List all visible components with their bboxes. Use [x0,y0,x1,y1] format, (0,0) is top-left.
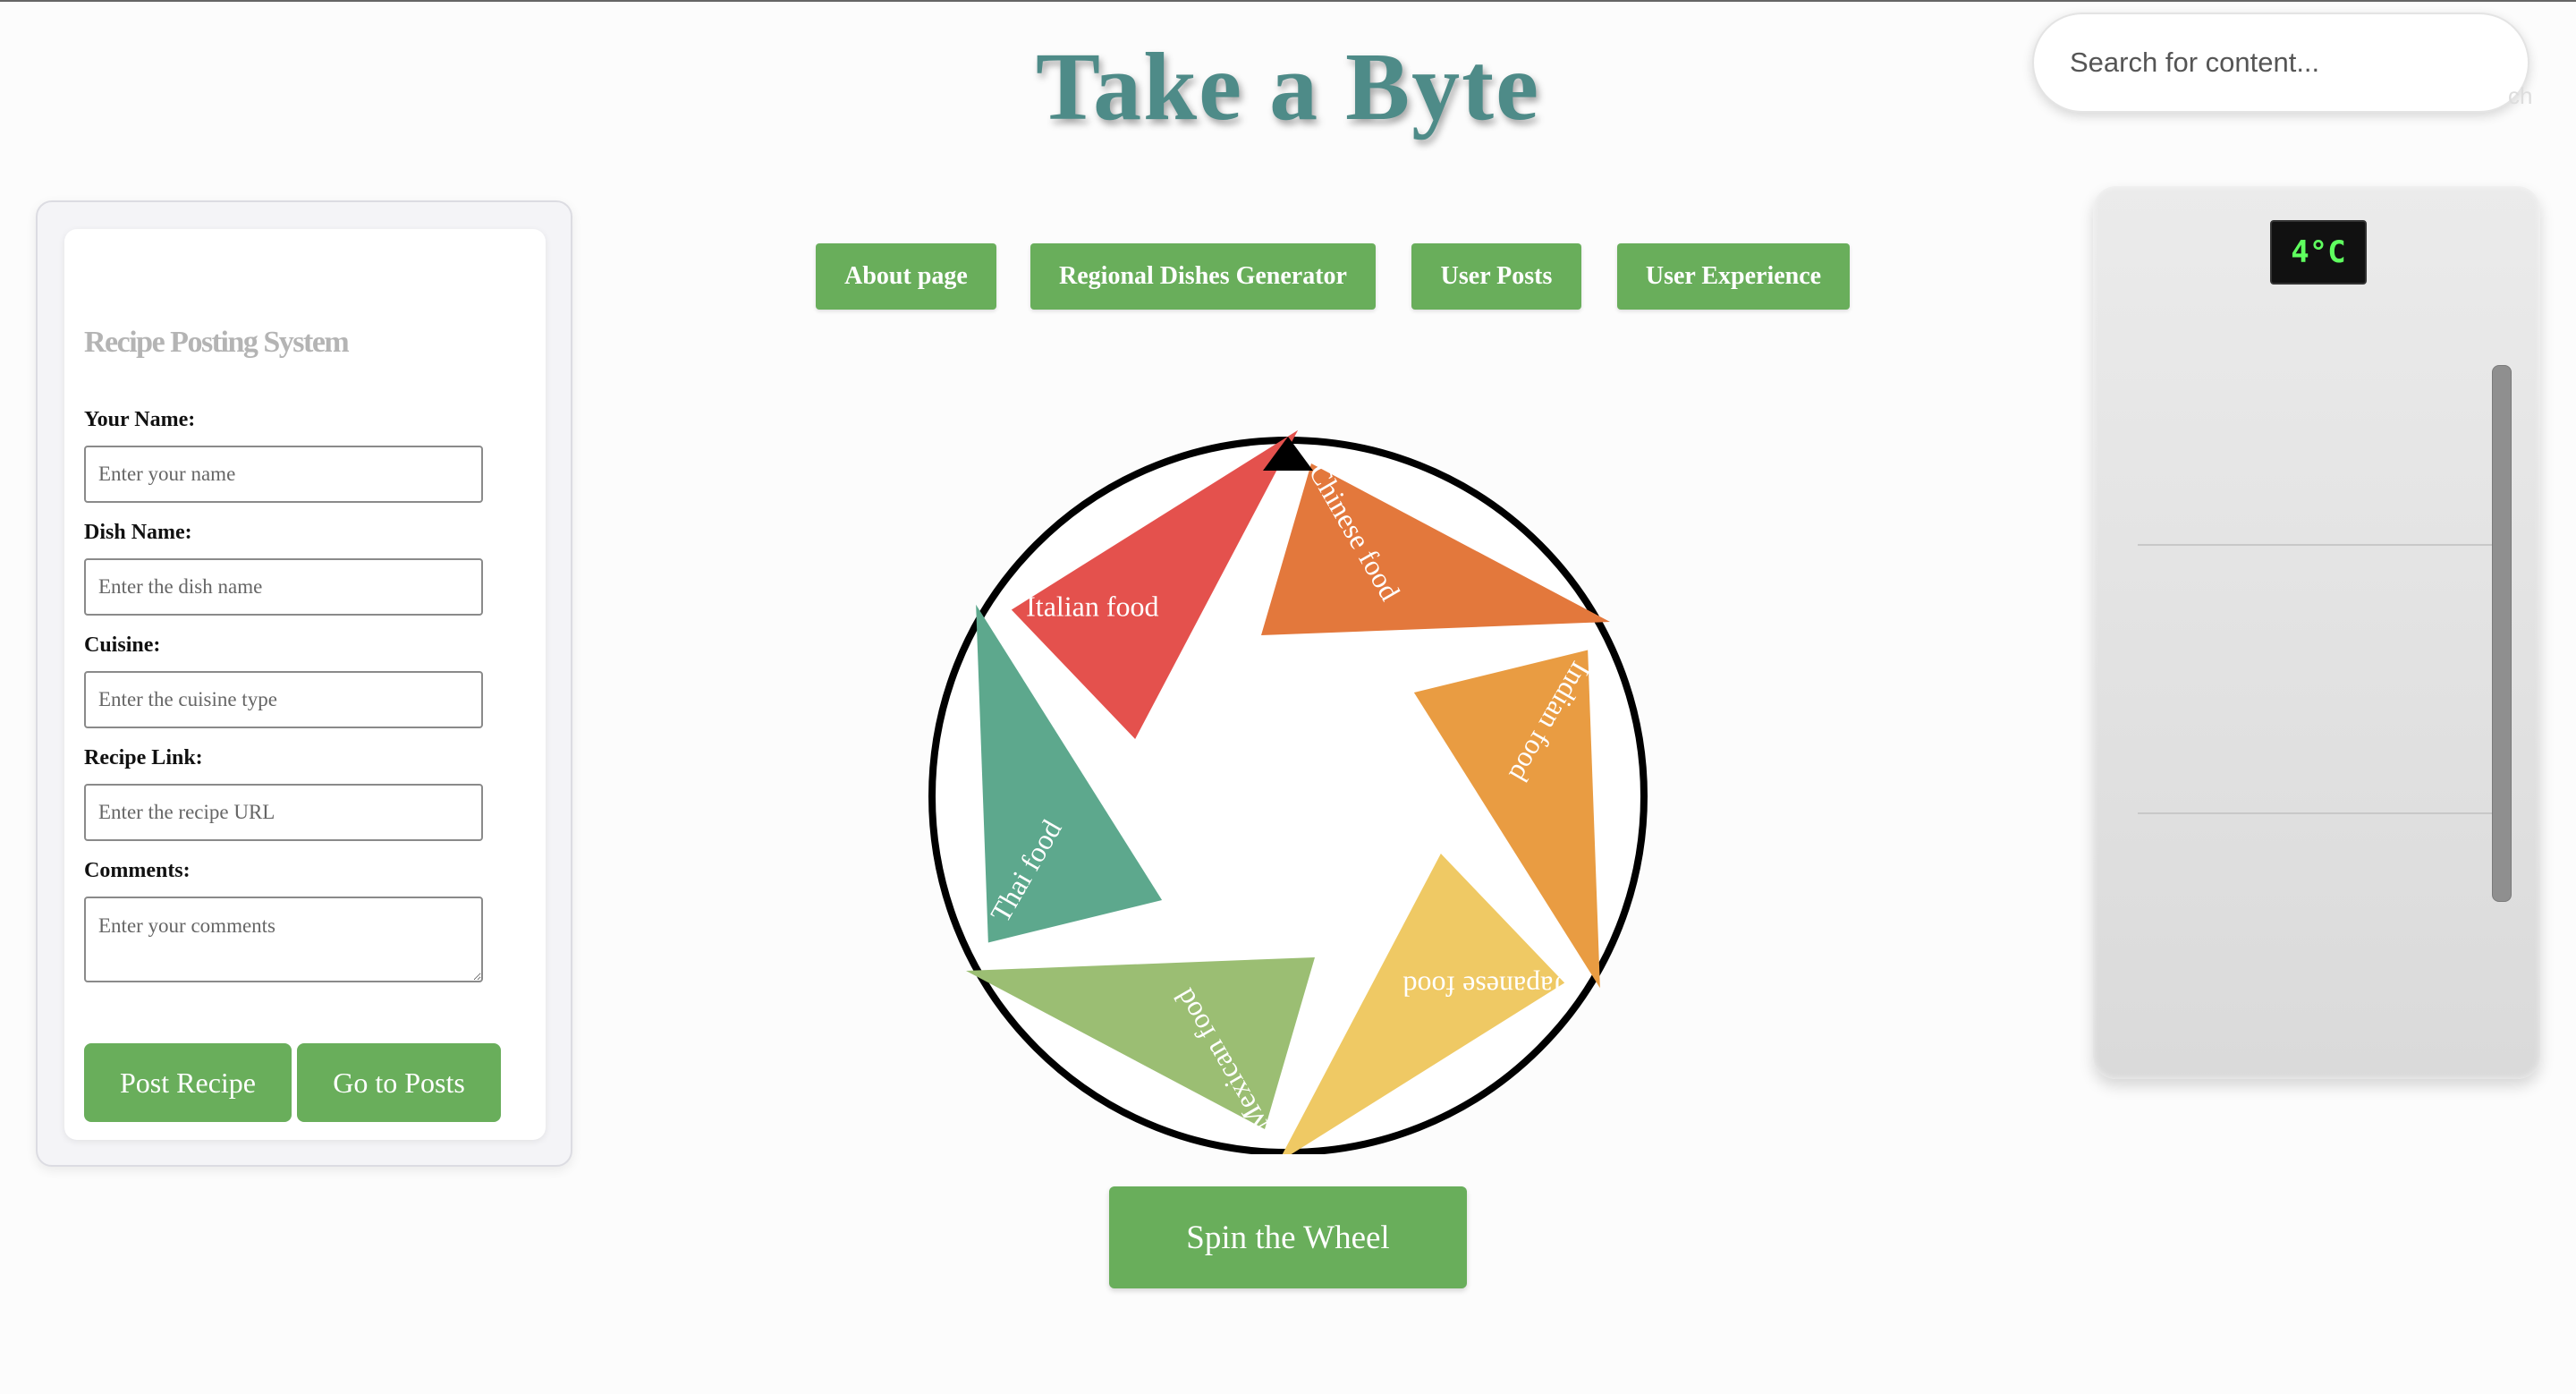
cuisine-label: Cuisine: [84,633,161,657]
your-name-label: Your Name: [84,408,196,431]
nav-user-posts[interactable]: User Posts [1411,243,1581,310]
search-overflow-text: ch [2508,82,2533,109]
recipe-form: Recipe Posting System Your Name: Dish Na… [64,229,546,1140]
post-recipe-button[interactable]: Post Recipe [84,1043,292,1122]
dish-name-label: Dish Name: [84,521,192,544]
nav-about-page[interactable]: About page [816,243,996,310]
comments-label: Comments: [84,859,191,882]
search-input[interactable] [2032,13,2529,113]
recipe-panel: Recipe Posting System Your Name: Dish Na… [36,200,572,1167]
dish-name-input[interactable] [84,558,483,616]
fridge-widget[interactable]: 4°C [2093,186,2540,1079]
your-name-input[interactable] [84,446,483,503]
fridge-shelf [2138,812,2492,814]
fridge-handle[interactable] [2492,365,2512,902]
recipe-form-title: Recipe Posting System [84,326,350,359]
wheel-segment-label: Italian food [1026,591,1158,623]
fridge-temperature-display: 4°C [2270,220,2367,285]
spin-the-wheel-button[interactable]: Spin the Wheel [1109,1186,1467,1288]
cuisine-input[interactable] [84,671,483,728]
wheel-segment-label: Japanese food [1402,970,1563,1002]
food-wheel[interactable]: Chinese foodIndian foodJapanese foodMexi… [921,421,1655,1154]
recipe-link-input[interactable] [84,784,483,841]
nav-regional-dishes-generator[interactable]: Regional Dishes Generator [1030,243,1376,310]
go-to-posts-button[interactable]: Go to Posts [297,1043,501,1122]
nav-user-experience[interactable]: User Experience [1617,243,1850,310]
comments-textarea[interactable] [84,897,483,982]
fridge-shelf [2138,544,2492,546]
recipe-link-label: Recipe Link: [84,746,203,769]
top-border [0,0,2576,2]
